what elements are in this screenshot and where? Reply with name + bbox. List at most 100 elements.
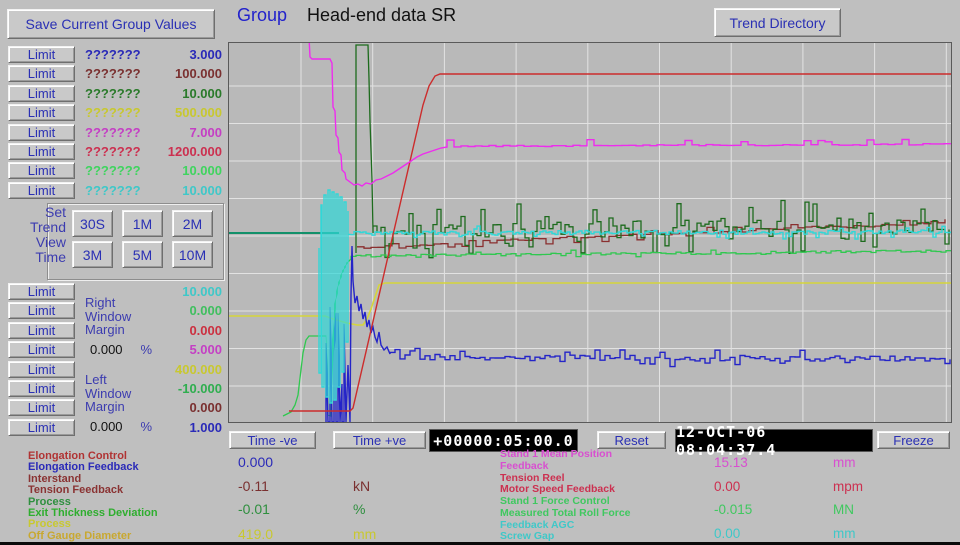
readout-unit: mm — [353, 526, 376, 542]
trend-time-3m-button[interactable]: 3M — [72, 241, 113, 268]
trend-view-time-label: Set Trend View Time — [6, 205, 66, 265]
limit-button[interactable]: Limit — [8, 283, 75, 300]
limit-button[interactable]: Limit — [8, 399, 75, 416]
limit-value: 0.000 — [189, 323, 222, 338]
limit-value: 100.000 — [175, 66, 222, 81]
legend-entry: Off Gauge Diameter — [28, 531, 158, 542]
trace-elongation-blue — [326, 246, 950, 422]
limit-row: Limit???????10.000 — [8, 162, 222, 180]
margin-unit: % — [141, 342, 153, 357]
trend-label-line: Trend — [6, 220, 66, 235]
limit-button[interactable]: Limit — [8, 341, 75, 358]
save-current-group-values-button[interactable]: Save Current Group Values — [7, 9, 215, 39]
limit-value: 7.000 — [189, 125, 222, 140]
readout-value: -0.015 — [714, 502, 752, 517]
limit-channel-label: ??????? — [85, 183, 141, 198]
limit-row: Limit??????? 100.000 — [8, 65, 222, 83]
limit-value: 0.000 — [189, 303, 222, 318]
limit-row: Limit???????500.000 — [8, 104, 222, 122]
readout-channel-label: Feedback AGCScrew Gap — [500, 520, 574, 543]
time-positive-button[interactable]: Time +ve — [333, 431, 426, 449]
trend-time-5m-button[interactable]: 5M — [122, 241, 163, 268]
right-window-margin-label: Right Window Margin — [85, 296, 131, 337]
readout-label-line: Feedback — [500, 461, 612, 473]
limit-row: Limit???????1200.000 — [8, 143, 222, 161]
margin-unit: % — [141, 419, 153, 434]
limit-channel-label: ??????? — [85, 66, 141, 81]
readout-unit: mm — [833, 455, 856, 470]
readout-unit: mpm — [833, 479, 863, 494]
trend-time-1m-button[interactable]: 1M — [122, 210, 163, 237]
limit-value: 400.000 — [175, 362, 222, 377]
readout-unit: MN — [833, 502, 854, 517]
limit-button[interactable]: Limit — [8, 322, 75, 339]
limit-value: 3.000 — [189, 47, 222, 62]
margin-label-line: Margin — [85, 323, 131, 337]
readout-channel-label: Tension ReelMotor Speed Feedback — [500, 473, 615, 496]
readout-value: -0.01 — [238, 501, 270, 517]
readout-label-line: Measured Total Roll Force — [500, 508, 631, 520]
readout-unit: % — [353, 501, 365, 517]
limit-button[interactable]: Limit — [8, 380, 75, 397]
limit-button[interactable]: Limit — [8, 361, 75, 378]
freeze-button[interactable]: Freeze — [877, 431, 950, 449]
margin-label-line: Right — [85, 296, 131, 310]
readout-label-line: Stand 1 Mean Position — [500, 449, 612, 461]
trend-time-2m-button[interactable]: 2M — [172, 210, 213, 237]
limit-value: 10.000 — [182, 183, 222, 198]
readout-value: -0.11 — [238, 478, 269, 494]
left-window-margin-label: Left Window Margin — [85, 373, 131, 414]
trend-chart-area — [228, 42, 952, 423]
readout-value: 0.00 — [714, 479, 740, 494]
datetime-display: 12-OCT-06 08:04:37.4 — [675, 429, 873, 452]
readout-value: 15.13 — [714, 455, 748, 470]
limit-button[interactable]: Limit — [8, 143, 75, 160]
group-label: Group — [237, 5, 287, 26]
limit-channel-label: ??????? — [85, 47, 141, 62]
trend-time-10m-button[interactable]: 10M — [172, 241, 213, 268]
margin-value: 0.000 — [90, 419, 123, 434]
limit-channel-label: ??????? — [85, 163, 141, 178]
margin-label-line: Window — [85, 387, 131, 401]
left-window-margin-value: 0.000% — [90, 419, 152, 434]
limit-button[interactable]: Limit — [8, 302, 75, 319]
limit-row: Limit??????? 10.000 — [8, 182, 222, 200]
limit-row: Limit??????? 3.000 — [8, 46, 222, 64]
margin-label-line: Margin — [85, 400, 131, 414]
limit-button[interactable]: Limit — [8, 124, 75, 141]
limit-row: Limit???????10.000 — [8, 85, 222, 103]
limit-value: -10.000 — [178, 381, 222, 396]
limit-button[interactable]: Limit — [8, 46, 75, 63]
limit-value: 10.000 — [182, 284, 222, 299]
channel-legend: Elongation ControlElongation FeedbackInt… — [28, 451, 158, 542]
margin-label-line: Left — [85, 373, 131, 387]
limit-button[interactable]: Limit — [8, 65, 75, 82]
trend-time-30s-button[interactable]: 30S — [72, 210, 113, 237]
legend-entry: Tension Feedback — [28, 485, 158, 496]
trace-position-magenta — [309, 43, 951, 186]
limit-button[interactable]: Limit — [8, 85, 75, 102]
readout-value: 0.000 — [238, 454, 273, 470]
trend-label-line: Time — [6, 250, 66, 265]
limit-button[interactable]: Limit — [8, 182, 75, 199]
trend-plot — [229, 43, 951, 422]
limit-row: Limit??????? 7.000 — [8, 124, 222, 142]
time-negative-button[interactable]: Time -ve — [229, 431, 316, 449]
page-title: Head-end data SR — [307, 5, 456, 26]
trend-directory-button[interactable]: Trend Directory — [714, 8, 841, 37]
readout-value: 0.00 — [714, 526, 740, 541]
readout-channel-label: Stand 1 Force ControlMeasured Total Roll… — [500, 496, 631, 519]
limit-button[interactable]: Limit — [8, 104, 75, 121]
trend-label-line: Set — [6, 205, 66, 220]
right-window-margin-value: 0.000% — [90, 342, 152, 357]
limit-value: 500.000 — [175, 105, 222, 120]
reset-button[interactable]: Reset — [597, 431, 666, 449]
limit-channel-label: ??????? — [85, 144, 141, 159]
limit-button[interactable]: Limit — [8, 419, 75, 436]
readout-label-line: Stand 1 Force Control — [500, 496, 631, 508]
limit-channel-label: ??????? — [85, 125, 141, 140]
limit-button[interactable]: Limit — [8, 162, 75, 179]
readout-unit: kN — [353, 478, 370, 494]
limit-value: 5.000 — [189, 342, 222, 357]
readout-unit: mm — [833, 526, 856, 541]
